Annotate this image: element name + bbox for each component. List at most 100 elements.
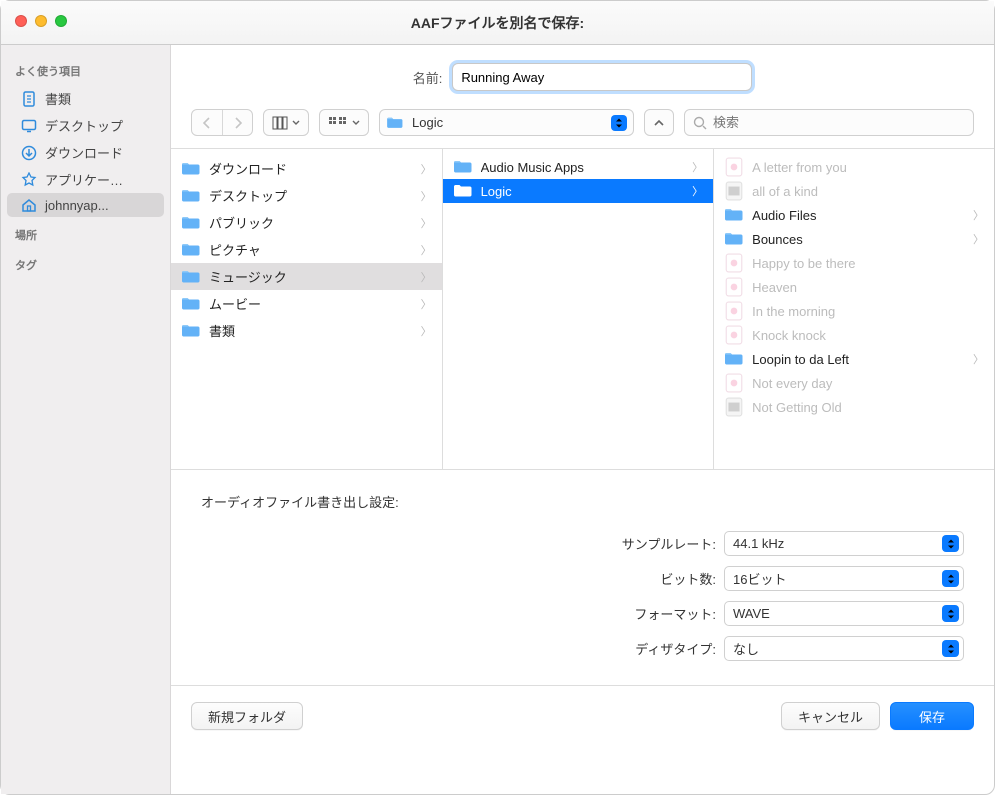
- browser-row[interactable]: パブリック〉: [171, 209, 442, 236]
- browser-row-label: A letter from you: [752, 160, 984, 175]
- bit-depth-label: ビット数:: [660, 569, 716, 588]
- sidebar-item-label: アプリケー…: [45, 170, 123, 189]
- folder-icon: [181, 161, 201, 177]
- chevron-right-icon: 〉: [973, 231, 984, 247]
- cancel-button[interactable]: キャンセル: [781, 702, 880, 730]
- browser-row-label: In the morning: [752, 304, 984, 319]
- updown-icon: [611, 115, 627, 131]
- updown-icon: [942, 535, 959, 552]
- browser-row[interactable]: ムービー〉: [171, 290, 442, 317]
- sidebar-item[interactable]: デスクトップ: [7, 112, 164, 139]
- grouping-button[interactable]: [319, 109, 369, 136]
- file-icon: [724, 255, 744, 271]
- nav-back-forward: [191, 109, 253, 136]
- collapse-button[interactable]: [644, 109, 674, 136]
- desktop-icon: [21, 118, 37, 134]
- chevron-right-icon: 〉: [692, 159, 703, 175]
- browser-row[interactable]: Audio Music Apps〉: [443, 155, 714, 179]
- folder-icon: [453, 183, 473, 199]
- browser-row-label: 書類: [209, 321, 413, 340]
- browser-row-label: Bounces: [752, 232, 965, 247]
- chevron-up-icon: [653, 117, 665, 129]
- zoom-window-button[interactable]: [55, 15, 67, 27]
- search-field[interactable]: [684, 109, 974, 136]
- file-icon: [724, 279, 744, 295]
- bit-depth-popup[interactable]: 16ビット: [724, 566, 964, 591]
- chevron-right-icon: 〉: [421, 323, 432, 339]
- export-settings-heading: オーディオファイル書き出し設定:: [201, 492, 964, 511]
- chevron-down-icon: [352, 119, 360, 127]
- browser-row-label: Happy to be there: [752, 256, 984, 271]
- browser-row[interactable]: ダウンロード〉: [171, 155, 442, 182]
- chevron-right-icon: 〉: [973, 351, 984, 367]
- chevron-right-icon: 〉: [421, 296, 432, 312]
- grouping-icon: [328, 116, 348, 130]
- sidebar-item-label: ダウンロード: [45, 143, 123, 162]
- chevron-right-icon: 〉: [973, 207, 984, 223]
- browser-row[interactable]: Happy to be there: [714, 251, 994, 275]
- sidebar-item[interactable]: ダウンロード: [7, 139, 164, 166]
- location-popup[interactable]: Logic: [379, 109, 634, 136]
- browser-row-label: ムービー: [209, 294, 413, 313]
- sidebar-item[interactable]: 書類: [7, 85, 164, 112]
- sidebar-locations-header: 場所: [1, 219, 170, 247]
- chevron-right-icon: 〉: [421, 242, 432, 258]
- browser-row-label: デスクトップ: [209, 186, 413, 205]
- column-browser: ダウンロード〉デスクトップ〉パブリック〉ピクチャ〉ミュージック〉ムービー〉書類〉…: [171, 148, 994, 470]
- sidebar-item-label: johnnyap...: [45, 198, 109, 213]
- folder-icon: [386, 116, 404, 130]
- browser-row[interactable]: Knock knock: [714, 323, 994, 347]
- file-icon: [724, 159, 744, 175]
- browser-row-label: ミュージック: [209, 267, 413, 286]
- browser-row-label: Heaven: [752, 280, 984, 295]
- file-icon: [724, 399, 744, 415]
- nav-back-button[interactable]: [192, 110, 222, 135]
- new-folder-button[interactable]: 新規フォルダ: [191, 702, 303, 730]
- nav-forward-button[interactable]: [222, 110, 252, 135]
- file-icon: [724, 303, 744, 319]
- sample-rate-popup[interactable]: 44.1 kHz: [724, 531, 964, 556]
- browser-row[interactable]: Heaven: [714, 275, 994, 299]
- browser-row[interactable]: ピクチャ〉: [171, 236, 442, 263]
- format-label: フォーマット:: [634, 604, 716, 623]
- home-icon: [21, 197, 37, 213]
- updown-icon: [942, 605, 959, 622]
- view-columns-button[interactable]: [263, 109, 309, 136]
- browser-row[interactable]: デスクトップ〉: [171, 182, 442, 209]
- folder-icon: [181, 188, 201, 204]
- download-icon: [21, 145, 37, 161]
- browser-row[interactable]: all of a kind: [714, 179, 994, 203]
- filename-input[interactable]: [452, 63, 752, 91]
- browser-row[interactable]: Bounces 〉: [714, 227, 994, 251]
- search-input[interactable]: [713, 115, 965, 130]
- browser-row[interactable]: Not Getting Old: [714, 395, 994, 419]
- dither-label: ディザタイプ:: [635, 639, 716, 658]
- search-icon: [693, 116, 707, 130]
- folder-icon: [724, 231, 744, 247]
- file-icon: [724, 375, 744, 391]
- sidebar: よく使う項目 書類デスクトップダウンロードアプリケー…johnnyap... 場…: [1, 45, 171, 794]
- minimize-window-button[interactable]: [35, 15, 47, 27]
- format-popup[interactable]: WAVE: [724, 601, 964, 626]
- browser-row[interactable]: In the morning: [714, 299, 994, 323]
- folder-icon: [181, 296, 201, 312]
- browser-row[interactable]: Logic〉: [443, 179, 714, 203]
- browser-row[interactable]: ミュージック〉: [171, 263, 442, 290]
- sidebar-item-label: デスクトップ: [45, 116, 123, 135]
- dither-popup[interactable]: なし: [724, 636, 964, 661]
- browser-row[interactable]: A letter from you: [714, 155, 994, 179]
- sidebar-item[interactable]: johnnyap...: [7, 193, 164, 217]
- window-title: AAFファイルを別名で保存:: [1, 13, 994, 33]
- titlebar: AAFファイルを別名で保存:: [1, 1, 994, 45]
- close-window-button[interactable]: [15, 15, 27, 27]
- browser-row[interactable]: Not every day: [714, 371, 994, 395]
- updown-icon: [942, 570, 959, 587]
- sidebar-item[interactable]: アプリケー…: [7, 166, 164, 193]
- save-button[interactable]: 保存: [890, 702, 974, 730]
- browser-row[interactable]: Loopin to da Left〉: [714, 347, 994, 371]
- browser-row[interactable]: Audio Files〉: [714, 203, 994, 227]
- chevron-right-icon: 〉: [421, 269, 432, 285]
- browser-column-1: ダウンロード〉デスクトップ〉パブリック〉ピクチャ〉ミュージック〉ムービー〉書類〉: [171, 149, 443, 469]
- browser-row[interactable]: 書類〉: [171, 317, 442, 344]
- browser-row-label: ダウンロード: [209, 159, 413, 178]
